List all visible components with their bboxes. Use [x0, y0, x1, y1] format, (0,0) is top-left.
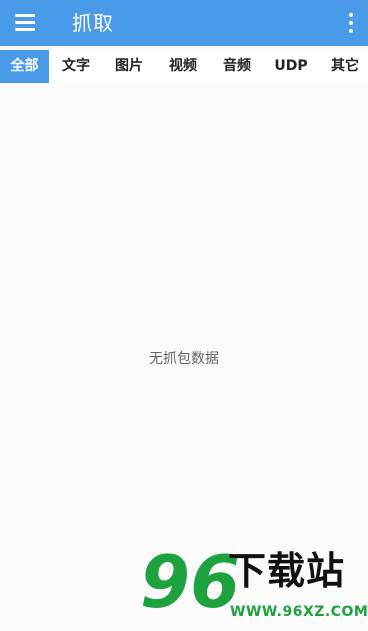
- empty-state-message: 无抓包数据: [149, 351, 219, 367]
- more-vert-icon[interactable]: [342, 10, 360, 36]
- tab-all[interactable]: 全部: [0, 50, 49, 83]
- tab-image[interactable]: 图片: [107, 50, 151, 83]
- tab-audio[interactable]: 音频: [215, 50, 259, 83]
- page-title: 抓取: [72, 11, 114, 35]
- hamburger-menu-icon[interactable]: [10, 8, 40, 38]
- app-bar: 抓取: [0, 0, 368, 46]
- tab-text[interactable]: 文字: [54, 50, 98, 83]
- watermark-brand: 下载站: [228, 549, 346, 593]
- tab-udp[interactable]: UDP: [268, 50, 314, 83]
- watermark-number: 96: [140, 540, 241, 624]
- tab-video[interactable]: 视频: [161, 50, 205, 83]
- tab-other[interactable]: 其它: [323, 50, 367, 83]
- tab-bar: 全部 文字 图片 视频 音频 UDP 其它: [0, 50, 368, 83]
- watermark-logo: 96 下载站 WWW.96XZ.COM: [140, 540, 368, 631]
- watermark-url: WWW.96XZ.COM: [230, 604, 368, 620]
